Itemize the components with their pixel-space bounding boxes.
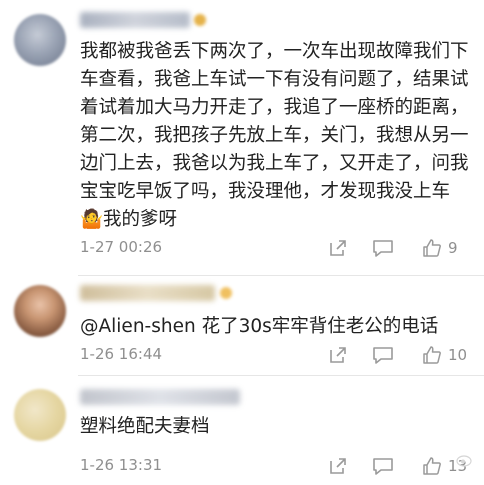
thumbs-up-icon [422, 456, 442, 476]
reply-icon[interactable] [372, 236, 394, 260]
weibo-logo-icon [456, 453, 474, 467]
comment-text: @Alien-shen 花了30s牢牢背住老公的电话 [80, 313, 470, 341]
avatar[interactable] [14, 389, 66, 441]
user-badge-icon [194, 14, 206, 26]
like-button[interactable]: 9 [422, 236, 458, 260]
user-badge-icon [220, 287, 232, 299]
comment-body-tail: 我的爹呀 [103, 209, 178, 230]
thumbs-up-icon [422, 345, 442, 365]
comment-meta: 1-26 16:44 10 [80, 343, 470, 367]
username-blurred[interactable] [80, 389, 240, 405]
like-count: 9 [448, 239, 458, 257]
avatar[interactable] [14, 285, 66, 337]
thumbs-up-icon [422, 238, 442, 258]
comment-item: 我都被我爸丢下两次了，一次车出现故障我们下车查看，我爸上车试一下有没有问题了，结… [0, 0, 484, 275]
comment-time: 1-26 13:31 [80, 456, 163, 474]
reply-icon[interactable] [372, 343, 394, 367]
comment-meta: 1-27 00:26 9 [80, 236, 470, 260]
comment-time: 1-27 00:26 [80, 238, 163, 256]
username-blurred[interactable] [80, 285, 215, 301]
comment-body: 塑料绝配夫妻档 [80, 416, 210, 437]
comment-text: 我都被我爸丢下两次了，一次车出现故障我们下车查看，我爸上车试一下有没有问题了，结… [80, 38, 470, 234]
comment-item: @Alien-shen 花了30s牢牢背住老公的电话 1-26 16:44 10 [0, 275, 484, 375]
comment-meta: 1-26 13:31 13 [80, 454, 470, 478]
mention-link[interactable]: @Alien-shen [80, 316, 196, 337]
comment-text: 塑料绝配夫妻档 [80, 413, 470, 441]
comment-body: 我都被我爸丢下两次了，一次车出现故障我们下车查看，我爸上车试一下有没有问题了，结… [80, 41, 469, 202]
share-icon[interactable] [328, 343, 348, 367]
like-button[interactable]: 10 [422, 343, 467, 367]
comment-body: 花了30s牢牢背住老公的电话 [195, 316, 439, 337]
reply-icon[interactable] [372, 454, 394, 478]
share-icon[interactable] [328, 454, 348, 478]
watermark [456, 453, 474, 467]
share-icon[interactable] [328, 236, 348, 260]
like-count: 10 [448, 346, 468, 364]
comment-item: 塑料绝配夫妻档 1-26 13:31 13 [0, 375, 484, 485]
emoji-icon: 🤷 [80, 209, 104, 230]
username-blurred[interactable] [80, 12, 190, 28]
comment-time: 1-26 16:44 [80, 345, 163, 363]
avatar[interactable] [14, 14, 66, 66]
